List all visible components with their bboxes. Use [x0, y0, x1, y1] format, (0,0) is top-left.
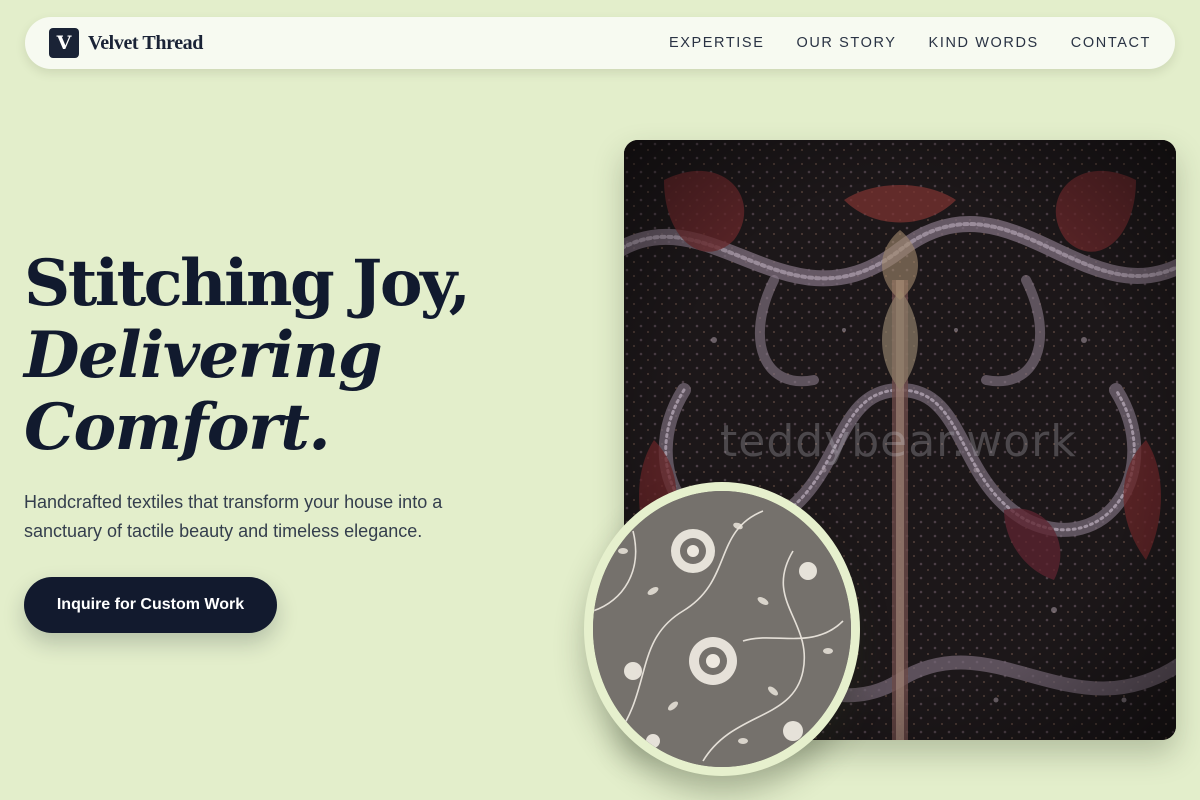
nav-link-expertise[interactable]: EXPERTISE: [669, 35, 765, 51]
brand-name: Velvet Thread: [88, 31, 203, 54]
nav-link-kind-words[interactable]: KIND WORDS: [929, 35, 1039, 51]
logo-icon: V: [49, 28, 79, 58]
inquire-button[interactable]: Inquire for Custom Work: [24, 577, 277, 633]
headline-line-3: Comfort.: [24, 390, 331, 465]
floral-fabric-icon: [593, 491, 851, 767]
hero-headline: Stitching Joy, Delivering Comfort.: [24, 246, 471, 465]
nav-link-contact[interactable]: CONTACT: [1071, 35, 1151, 51]
headline-line-1: Stitching Joy,: [24, 246, 471, 321]
hero-subtitle: Handcrafted textiles that transform your…: [24, 492, 443, 541]
fabric-detail-image: [584, 482, 860, 776]
top-nav: V Velvet Thread EXPERTISE OUR STORY KIND…: [25, 17, 1175, 69]
nav-link-our-story[interactable]: OUR STORY: [796, 35, 896, 51]
image-watermark: teddybear.work: [720, 416, 1077, 467]
headline-line-2: Delivering: [24, 318, 383, 393]
brand[interactable]: V Velvet Thread: [49, 28, 203, 58]
nav-links: EXPERTISE OUR STORY KIND WORDS CONTACT: [669, 35, 1151, 51]
